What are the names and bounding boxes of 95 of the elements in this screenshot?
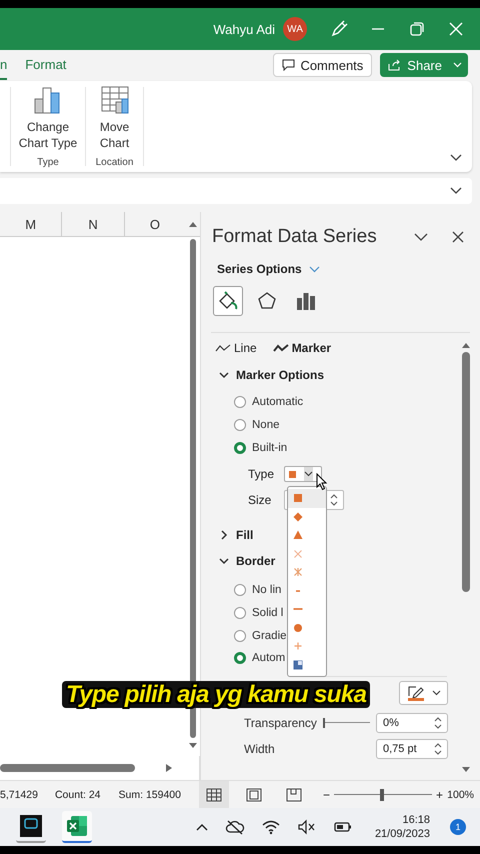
- radio-option[interactable]: None: [234, 414, 280, 436]
- section-header[interactable]: Border: [219, 548, 276, 574]
- scroll-down-icon[interactable]: [461, 766, 471, 774]
- chevron-down-icon[interactable]: [414, 232, 428, 242]
- series-options-dropdown[interactable]: Series Options: [217, 262, 320, 276]
- circle-marker-icon: [293, 622, 303, 633]
- close-icon[interactable]: [452, 231, 464, 243]
- spreadsheet-app-icon: [65, 814, 89, 838]
- clock-time[interactable]: 16:18: [402, 813, 430, 827]
- diamond-marker-icon: [293, 512, 303, 522]
- pen-color-icon: [406, 684, 426, 702]
- zoom-in-button[interactable]: +: [436, 788, 444, 802]
- ribbon-tab[interactable]: Format: [25, 50, 66, 80]
- bar-chart-icon: [295, 290, 317, 312]
- notification-badge[interactable]: 1: [450, 819, 466, 835]
- pen-icon[interactable]: [329, 19, 349, 39]
- radio-option[interactable]: Solid l: [234, 602, 284, 624]
- chevron-icon: [219, 530, 229, 540]
- scroll-down-icon[interactable]: [188, 742, 198, 750]
- line-marker-tab[interactable]: Line: [215, 341, 257, 355]
- width-input[interactable]: 0,75 pt: [376, 738, 448, 759]
- status-text: Sum: 159400: [118, 788, 181, 800]
- plus-marker-icon: [293, 641, 303, 652]
- user-name: Wahyu Adi: [213, 22, 275, 36]
- x-marker-icon: [293, 548, 303, 559]
- field-label: Width: [244, 742, 275, 756]
- line-marker-tab[interactable]: Marker: [272, 341, 332, 355]
- wifi-icon[interactable]: [260, 819, 281, 835]
- status-text: Count: 24: [54, 788, 101, 800]
- picture-marker-icon: [293, 660, 303, 670]
- pane-icon-tab[interactable]: [213, 286, 243, 316]
- chevron-down-icon: [308, 266, 320, 272]
- pane-title: Format Data Series: [212, 226, 378, 248]
- column-header[interactable]: O: [124, 212, 186, 236]
- collapse-ribbon-icon[interactable]: [450, 154, 462, 162]
- chevron-icon: [219, 370, 229, 380]
- ribbon-button[interactable]: Change Chart Type: [12, 85, 84, 157]
- line-icon: [215, 343, 231, 353]
- comments-button[interactable]: Comments: [273, 53, 372, 77]
- field-label: Transparency: [244, 716, 317, 730]
- table-chart-icon: [100, 85, 130, 115]
- expand-icon[interactable]: [450, 187, 462, 195]
- scroll-up-icon[interactable]: [188, 220, 198, 228]
- caret-icon: [432, 690, 441, 696]
- scroll-up-icon[interactable]: [461, 341, 471, 349]
- radio-option[interactable]: No lin: [234, 579, 282, 602]
- page-layout-icon: [246, 788, 262, 802]
- radio-option[interactable]: Built-in: [234, 436, 288, 460]
- group-label: Type: [37, 157, 59, 168]
- marker-option[interactable]: [288, 489, 326, 508]
- volume-muted-icon[interactable]: [296, 819, 317, 835]
- field-label: Type: [248, 467, 274, 482]
- section-header[interactable]: Fill: [219, 522, 254, 548]
- caret-icon: [304, 467, 313, 482]
- status-text: 5,71429: [0, 788, 38, 800]
- share-icon: [388, 59, 402, 71]
- ribbon-button[interactable]: Move Chart: [92, 85, 136, 157]
- border-color-button[interactable]: [399, 680, 448, 705]
- scrollbar-thumb[interactable]: [462, 352, 470, 592]
- recorder-app-icon: [19, 814, 43, 838]
- spin-arrows-icon: [434, 740, 442, 757]
- triangle-marker-icon: [293, 530, 303, 540]
- view-button[interactable]: [198, 780, 229, 808]
- chevron-icon: [219, 556, 229, 566]
- user-avatar[interactable]: WA: [283, 17, 307, 41]
- square-marker-icon: [293, 493, 303, 504]
- spin-arrows-icon: [330, 492, 338, 508]
- line-icon: [272, 343, 289, 353]
- tray-chevron-icon[interactable]: [194, 822, 209, 832]
- marker-type-select[interactable]: [284, 466, 322, 482]
- clock-date[interactable]: 21/09/2023: [374, 827, 430, 841]
- comment-icon: [282, 59, 296, 71]
- radio-option[interactable]: Automatic: [234, 391, 304, 414]
- zoom-level[interactable]: 100%: [447, 788, 474, 800]
- transparency-slider[interactable]: [322, 716, 370, 729]
- star-marker-icon: [293, 567, 303, 578]
- share-button[interactable]: Share: [380, 53, 468, 77]
- grid-icon: [206, 788, 222, 802]
- caret-icon[interactable]: [453, 62, 462, 68]
- transparency-input[interactable]: 0%: [376, 712, 448, 733]
- paint-bucket-icon: [217, 290, 239, 312]
- radio-option[interactable]: Gradie: [234, 624, 287, 648]
- group-label: Location: [96, 157, 134, 168]
- scrollbar-thumb[interactable]: [0, 764, 135, 772]
- subtitle-caption: Type pilih aja yg kamu suka: [62, 681, 370, 708]
- cloud-off-icon[interactable]: [224, 819, 245, 835]
- spin-arrows-icon: [434, 714, 442, 731]
- section-header[interactable]: Marker Options: [219, 359, 324, 391]
- zoom-out-button[interactable]: −: [322, 788, 330, 802]
- column-header[interactable]: M: [0, 212, 62, 236]
- field-label: Size: [248, 493, 272, 508]
- page-break-icon: [286, 788, 302, 802]
- radio-option[interactable]: Autom: [234, 647, 286, 670]
- scroll-right-icon[interactable]: [165, 763, 173, 773]
- column-header[interactable]: N: [62, 212, 125, 236]
